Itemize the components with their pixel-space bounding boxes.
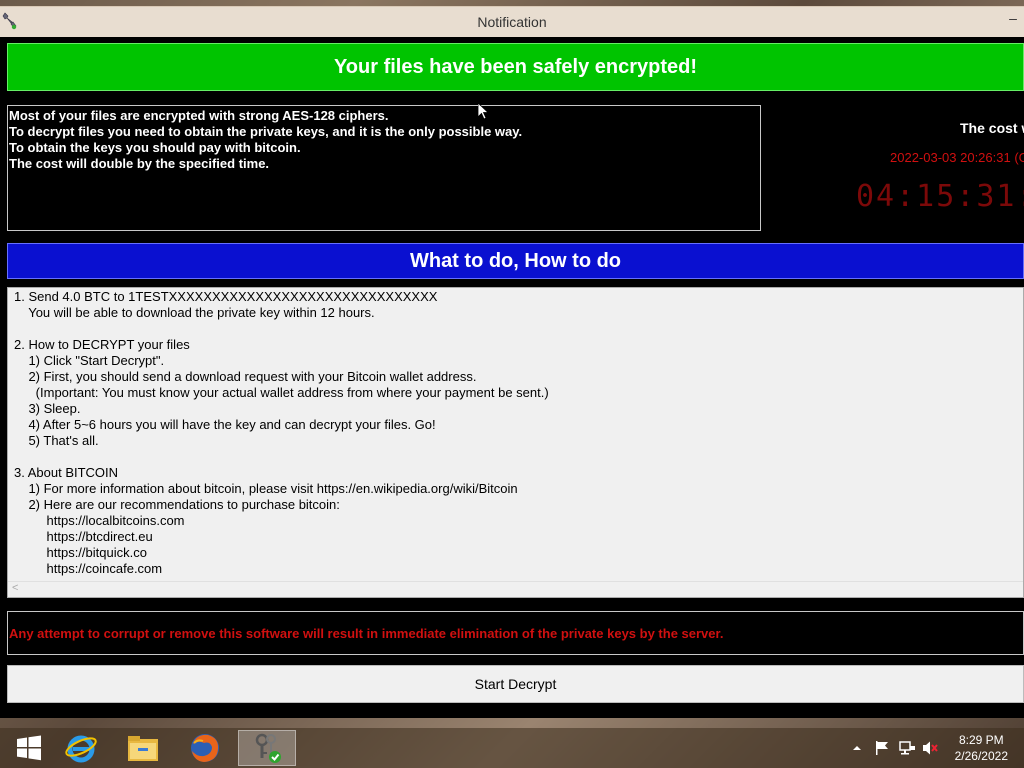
section-heading: What to do, How to do (7, 243, 1024, 279)
instructions-text: 1. Send 4.0 BTC to 1TESTXXXXXXXXXXXXXXXX… (14, 289, 549, 576)
show-hidden-icons-icon[interactable] (852, 728, 862, 768)
network-icon[interactable] (898, 728, 916, 768)
firefox-icon[interactable] (176, 730, 234, 766)
minimize-button[interactable]: – (1004, 10, 1022, 30)
horizontal-scrollbar[interactable]: < (8, 581, 1023, 597)
volume-muted-icon[interactable] (922, 728, 940, 768)
clock-date: 2/26/2022 (954, 749, 1008, 763)
cost-label: The cost w (960, 120, 1024, 136)
keys-app-icon[interactable] (238, 730, 296, 766)
clock-time: 8:29 PM (958, 733, 1004, 747)
mouse-cursor (477, 102, 490, 121)
window-title: Notification (477, 14, 547, 30)
info-line: To obtain the keys you should pay with b… (9, 140, 301, 155)
info-line: The cost will double by the specified ti… (9, 156, 270, 171)
title-bar[interactable]: Notification – (0, 7, 1024, 37)
app-wrench-icon (2, 12, 18, 30)
taskbar: 8:29 PM 2/26/2022 (0, 728, 1024, 768)
internet-explorer-icon[interactable] (52, 730, 110, 766)
start-icon[interactable] (0, 730, 58, 766)
scroll-left-icon[interactable]: < (12, 582, 18, 594)
action-center-flag-icon[interactable] (874, 728, 890, 768)
countdown-timer: 04:15:31:2 (856, 179, 1024, 214)
notification-window: Notification – Your files have been safe… (0, 6, 1024, 718)
start-decrypt-button[interactable]: Start Decrypt (7, 665, 1024, 703)
file-explorer-icon[interactable] (114, 730, 172, 766)
encrypted-banner: Your files have been safely encrypted! (7, 43, 1024, 91)
info-line: To decrypt files you need to obtain the … (9, 124, 523, 139)
deadline-text: 2022-03-03 20:26:31 (G (890, 150, 1024, 165)
info-text-box: Most of your files are encrypted with st… (7, 105, 761, 231)
system-clock[interactable]: 8:29 PM 2/26/2022 (955, 732, 1008, 764)
info-line: Most of your files are encrypted with st… (9, 108, 389, 123)
warning-message: Any attempt to corrupt or remove this so… (7, 611, 1024, 655)
instructions-panel[interactable]: 1. Send 4.0 BTC to 1TESTXXXXXXXXXXXXXXXX… (7, 287, 1024, 598)
